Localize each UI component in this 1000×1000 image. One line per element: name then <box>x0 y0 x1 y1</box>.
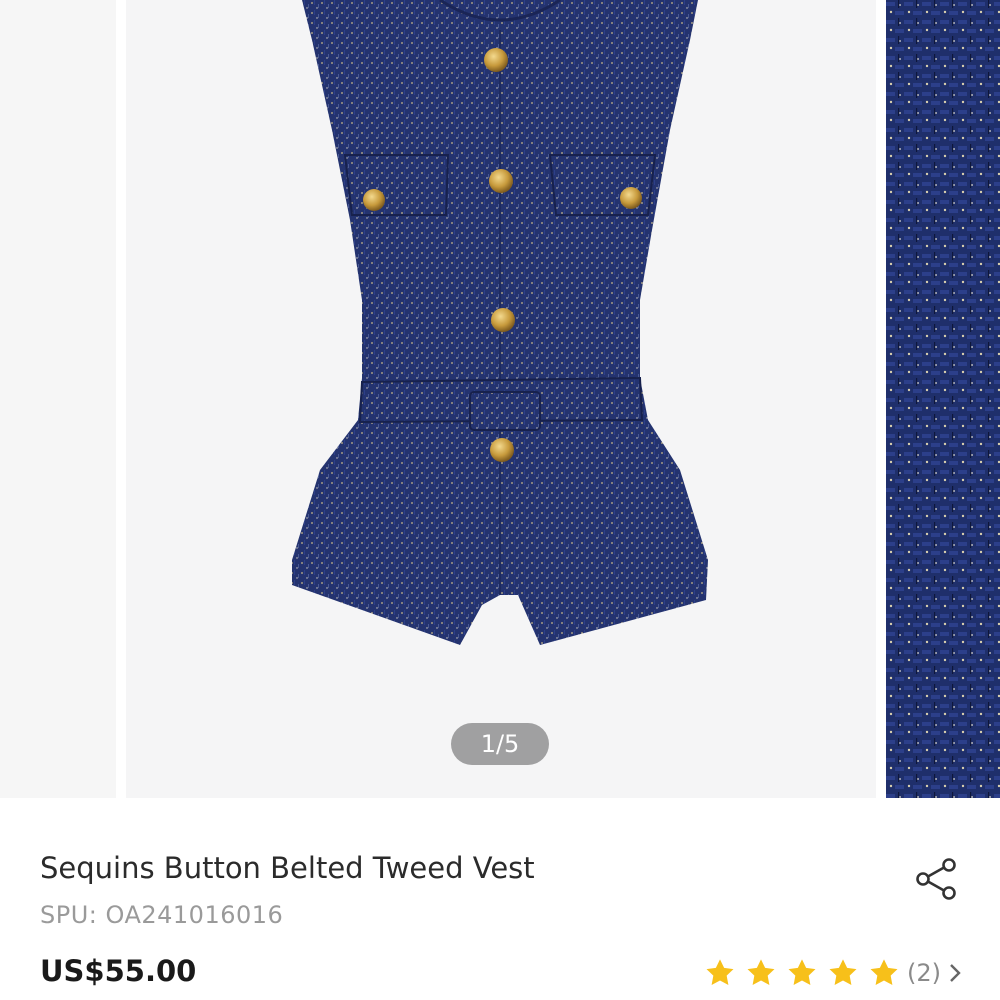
product-rating[interactable]: (2) <box>704 956 965 990</box>
star-icon <box>747 959 775 985</box>
share-icon[interactable] <box>914 856 960 902</box>
star-icon <box>788 959 816 985</box>
product-price: US$55.00 <box>40 954 197 988</box>
star-icon <box>870 959 898 985</box>
product-image[interactable] <box>126 0 876 798</box>
vest-illustration <box>292 0 708 645</box>
next-slide[interactable] <box>886 0 1000 798</box>
review-count: (2) <box>907 959 941 987</box>
carousel-page-indicator: 1/5 <box>451 723 549 765</box>
product-title: Sequins Button Belted Tweed Vest <box>40 851 535 885</box>
tweed-closeup-image <box>886 0 1000 798</box>
previous-slide[interactable] <box>0 0 116 798</box>
star-icon <box>829 959 857 985</box>
chevron-right-icon <box>950 964 961 982</box>
product-image-carousel[interactable]: 1/5 <box>0 0 1000 798</box>
product-spu: SPU: OA241016016 <box>40 901 284 929</box>
star-icon <box>706 959 734 985</box>
product-info: Sequins Button Belted Tweed Vest SPU: OA… <box>0 798 1000 1000</box>
